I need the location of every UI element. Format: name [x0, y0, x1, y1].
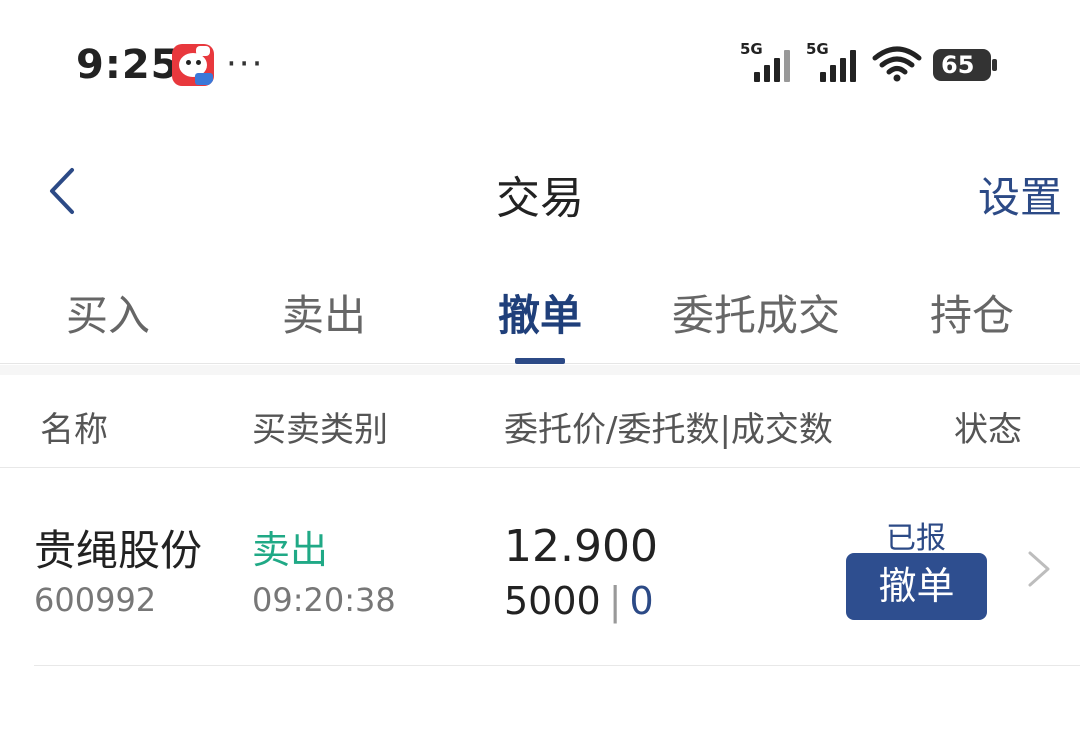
clock: 9:25 — [76, 42, 180, 88]
battery-level: 65 — [941, 51, 975, 79]
battery-icon: 65 — [933, 49, 997, 81]
signal-icon: 5G — [740, 40, 800, 82]
order-qty: 5000 — [504, 579, 601, 623]
trade-type: 卖出 — [252, 528, 329, 572]
order-price: 12.900 — [504, 521, 658, 572]
trade-tabs: 买入 卖出 撤单 委托成交 持仓 — [0, 272, 1080, 364]
tab-orders-trades[interactable]: 委托成交 — [648, 282, 864, 343]
cancel-order-button[interactable]: 撤单 — [846, 553, 987, 620]
stock-name: 贵绳股份 — [34, 526, 203, 575]
tab-sell[interactable]: 卖出 — [216, 282, 432, 343]
tab-positions[interactable]: 持仓 — [864, 282, 1080, 343]
order-quantity: 5000 | 0 — [504, 579, 654, 623]
header-name: 名称 — [40, 410, 108, 450]
stock-code: 600992 — [34, 581, 157, 619]
status-bar: 9:25 ··· 5G 5G 65 — [0, 0, 1080, 130]
header-status: 状态 — [954, 410, 1022, 450]
list-header: 名称 买卖类别 委托价/委托数|成交数 状态 — [0, 376, 1080, 468]
active-tab-indicator — [515, 358, 565, 364]
chevron-right-icon[interactable] — [1024, 549, 1054, 589]
more-notifications-icon: ··· — [226, 44, 265, 84]
tab-cancel-order[interactable]: 撤单 — [432, 282, 648, 343]
order-time: 09:20:38 — [252, 581, 396, 619]
signal-icon: 5G — [806, 40, 866, 82]
order-row[interactable]: 贵绳股份 600992 卖出 09:20:38 12.900 5000 | 0 已报… — [34, 469, 1080, 666]
page-title: 交易 — [496, 173, 584, 224]
divider — [0, 365, 1080, 375]
order-status: 已报 — [886, 521, 946, 556]
wifi-icon — [872, 46, 922, 82]
qty-separator: | — [608, 579, 622, 623]
app-notification-icon — [172, 44, 214, 86]
filled-qty: 0 — [629, 579, 654, 623]
header-price-qty: 委托价/委托数|成交数 — [504, 410, 833, 450]
settings-button[interactable]: 设置 — [978, 164, 1062, 225]
tab-buy[interactable]: 买入 — [0, 282, 216, 343]
header-type: 买卖类别 — [252, 410, 388, 450]
